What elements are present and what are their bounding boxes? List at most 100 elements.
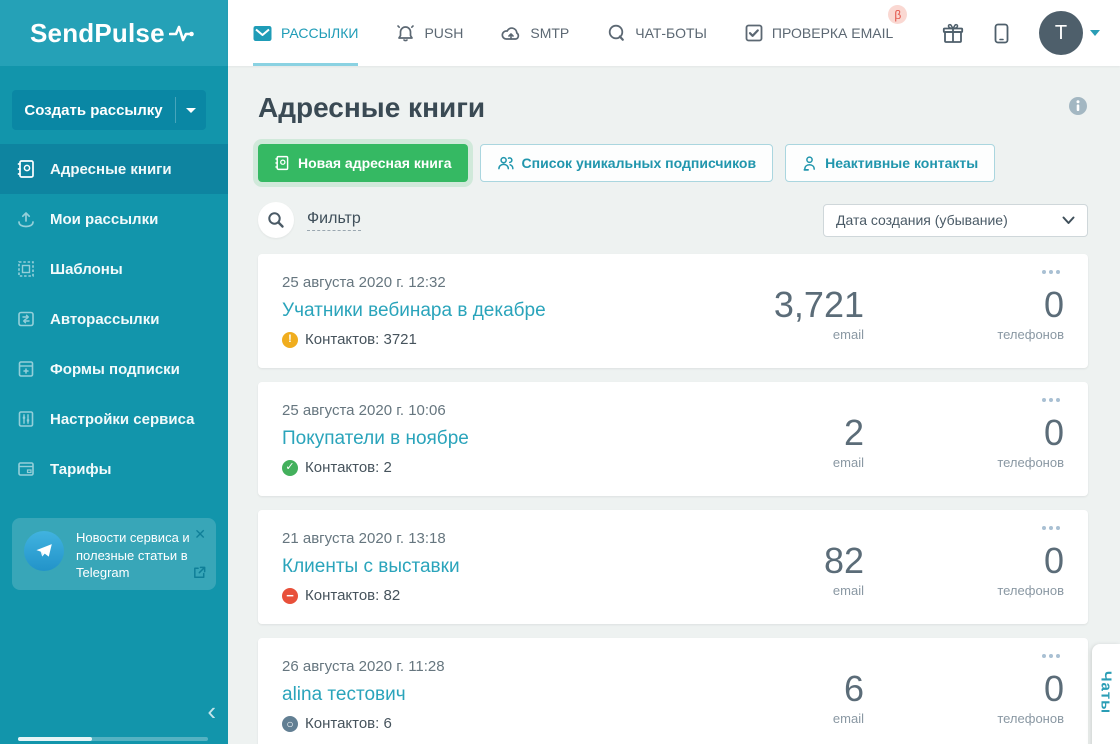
contacts-count: Контактов: 82	[305, 587, 401, 604]
scrollbar-thumb[interactable]	[18, 737, 92, 741]
nav-item-mailings[interactable]: РАССЫЛКИ	[253, 0, 359, 66]
sidebar-item-pricing[interactable]: Тарифы	[0, 444, 228, 494]
filter-toggle[interactable]: Фильтр	[307, 210, 361, 231]
sidebar-horizontal-scrollbar[interactable]	[18, 737, 208, 741]
sort-select-value: Дата создания (убывание)	[836, 212, 1008, 228]
chats-tab[interactable]: Чаты	[1092, 644, 1120, 744]
address-book-icon	[275, 155, 289, 171]
create-campaign-label: Создать рассылку	[24, 101, 163, 119]
gifts-button[interactable]	[942, 23, 964, 44]
avatar: T	[1039, 11, 1083, 55]
inactive-contacts-button[interactable]: Неактивные контакты	[785, 144, 996, 182]
book-created-date: 21 августа 2020 г. 13:18	[282, 530, 446, 547]
sidebar-item-label: Формы подписки	[50, 360, 180, 378]
phones-count: 0	[1043, 667, 1064, 709]
sidebar-item-label: Авторассылки	[50, 310, 160, 328]
logo[interactable]: SendPulse	[0, 0, 228, 66]
account-menu[interactable]: T	[1039, 11, 1100, 55]
button-label: Список уникальных подписчиков	[521, 155, 757, 171]
new-address-book-button[interactable]: Новая адресная книга	[258, 144, 468, 182]
chats-tab-label: Чаты	[1097, 671, 1115, 715]
pulse-icon	[168, 25, 194, 42]
topbar-right: T	[942, 0, 1100, 66]
sidebar-item-label: Адресные книги	[50, 160, 172, 178]
inactive-user-icon	[803, 156, 816, 171]
sidebar-item-automations[interactable]: Авторассылки	[0, 294, 228, 344]
card-menu-button[interactable]	[1038, 394, 1064, 406]
address-book-card: 25 августа 2020 г. 10:06 Покупатели в но…	[258, 382, 1088, 496]
phones-label: телефонов	[997, 327, 1064, 343]
sort-select[interactable]: Дата создания (убывание)	[823, 203, 1088, 237]
phones-label: телефонов	[997, 455, 1064, 471]
automation-icon	[18, 311, 34, 327]
sidebar: Создать рассылку Адресные книги Мои расс…	[0, 66, 228, 744]
book-contacts: − Контактов: 82	[282, 587, 734, 604]
create-campaign-dropdown[interactable]	[176, 107, 206, 113]
templates-icon	[18, 261, 34, 277]
search-button[interactable]	[258, 202, 294, 238]
send-icon	[18, 212, 34, 228]
book-title-link[interactable]: Покупатели в ноябре	[282, 428, 469, 450]
email-label: email	[832, 455, 864, 471]
sidebar-item-label: Мои рассылки	[50, 210, 159, 228]
sidebar-item-subscription-forms[interactable]: Формы подписки	[0, 344, 228, 394]
sidebar-item-templates[interactable]: Шаблоны	[0, 244, 228, 294]
chevron-down-icon	[1090, 30, 1100, 36]
email-label: email	[832, 583, 864, 599]
sidebar-item-service-settings[interactable]: Настройки сервиса	[0, 394, 228, 444]
sidebar-item-my-campaigns[interactable]: Мои рассылки	[0, 194, 228, 244]
sidebar-collapse-button[interactable]: ‹	[207, 698, 216, 724]
card-menu-button[interactable]	[1038, 522, 1064, 534]
book-title-link[interactable]: Учатники вебинара в декабре	[282, 300, 546, 322]
bell-icon	[397, 25, 415, 42]
sidebar-item-label: Тарифы	[50, 460, 112, 478]
card-stats: 6 email 0 телефонов	[734, 664, 1064, 726]
info-icon[interactable]	[1068, 96, 1088, 121]
sidebar-menu: Адресные книги Мои рассылки Шаблоны Авто…	[0, 144, 228, 494]
sidebar-item-address-books[interactable]: Адресные книги	[0, 144, 228, 194]
phones-count: 0	[1043, 411, 1064, 453]
contacts-count: Контактов: 2	[305, 459, 392, 476]
telegram-promo-card[interactable]: Новости сервиса и полезные статьи в Tele…	[12, 518, 216, 590]
card-info: 26 августа 2020 г. 11:28 alina тестович …	[282, 658, 734, 732]
status-success-icon: ✓	[282, 459, 298, 476]
contacts-count: Контактов: 6	[305, 715, 392, 732]
mobile-app-button[interactable]	[994, 23, 1009, 44]
status-processing-icon: ○	[282, 715, 298, 732]
book-contacts: ! Контактов: 3721	[282, 331, 734, 348]
actions-row: Новая адресная книга Список уникальных п…	[258, 144, 1088, 182]
checkbox-icon	[745, 24, 763, 42]
book-created-date: 25 августа 2020 г. 12:32	[282, 274, 446, 291]
filter-row: Фильтр Дата создания (убывание)	[258, 202, 1088, 238]
unique-subscribers-button[interactable]: Список уникальных подписчиков	[479, 144, 774, 182]
beta-badge: β	[888, 5, 908, 24]
sidebar-item-label: Настройки сервиса	[50, 410, 195, 428]
pricing-icon	[18, 462, 34, 476]
sidebar-item-label: Шаблоны	[50, 260, 123, 278]
nav-item-email-verification[interactable]: ПРОВЕРКА EMAIL β	[745, 0, 908, 66]
promo-text: Новости сервиса и полезные статьи в Tele…	[76, 530, 190, 581]
telegram-icon	[24, 531, 64, 571]
book-title-link[interactable]: Клиенты с выставки	[282, 556, 460, 578]
chevron-down-icon	[186, 107, 196, 113]
book-title-link[interactable]: alina тестович	[282, 684, 406, 706]
card-menu-button[interactable]	[1038, 650, 1064, 662]
book-created-date: 25 августа 2020 г. 10:06	[282, 402, 446, 419]
gift-icon	[942, 23, 964, 43]
external-link-icon[interactable]	[192, 565, 207, 583]
book-created-date: 26 августа 2020 г. 11:28	[282, 658, 445, 675]
address-book-card: 21 августа 2020 г. 13:18 Клиенты с выста…	[258, 510, 1088, 624]
chevron-down-icon	[1062, 216, 1075, 224]
phones-count: 0	[1043, 283, 1064, 325]
nav-item-chatbots[interactable]: ЧАТ-БОТЫ	[607, 0, 707, 66]
smartphone-icon	[994, 23, 1009, 43]
phones-label: телефонов	[997, 583, 1064, 599]
forms-icon	[18, 361, 34, 377]
card-menu-button[interactable]	[1038, 266, 1064, 278]
nav-label: ПРОВЕРКА EMAIL	[771, 25, 894, 41]
nav-item-smtp[interactable]: SMTP	[501, 0, 569, 66]
create-campaign-button[interactable]: Создать рассылку	[12, 90, 206, 130]
card-info: 25 августа 2020 г. 12:32 Учатники вебина…	[282, 274, 734, 348]
nav-item-push[interactable]: PUSH	[396, 0, 463, 66]
close-icon[interactable]: ✕	[194, 526, 206, 543]
